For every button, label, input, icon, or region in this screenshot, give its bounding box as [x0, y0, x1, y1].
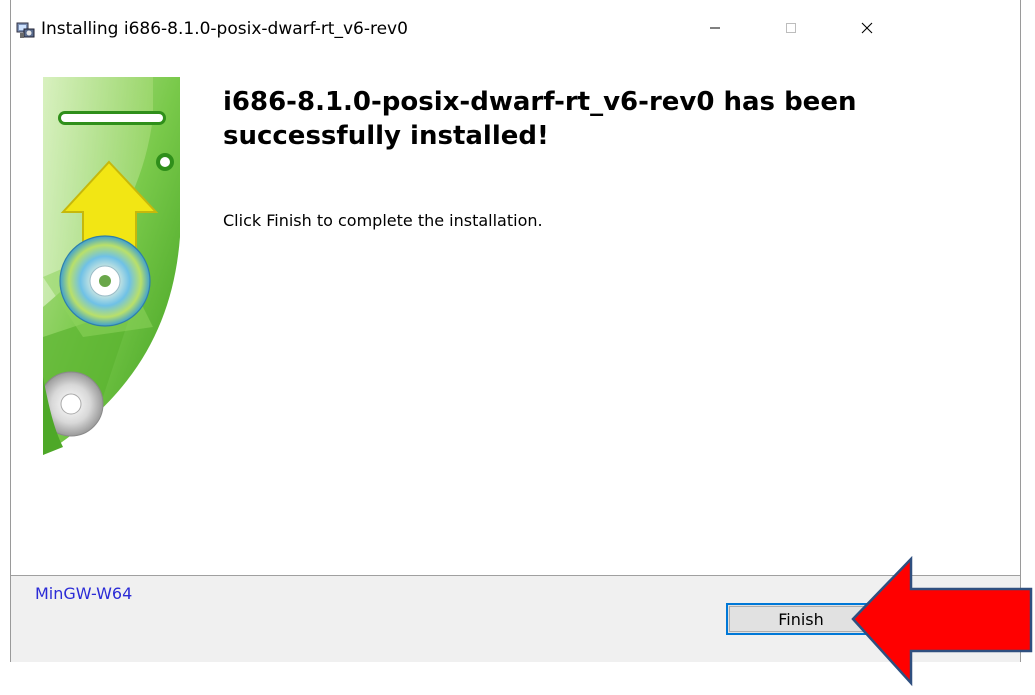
maximize-icon — [786, 23, 796, 33]
maximize-button[interactable] — [763, 10, 819, 46]
red-arrow-icon — [851, 555, 1033, 687]
minimize-icon — [710, 27, 720, 29]
close-button[interactable] — [839, 10, 895, 46]
screenshot-page: Installing i686-8.1.0-posix-dwarf-rt_v6-… — [0, 0, 1035, 695]
installer-icon — [16, 20, 36, 40]
install-complete-heading: i686-8.1.0-posix-dwarf-rt_v6-rev0 has be… — [223, 87, 857, 151]
close-icon — [861, 22, 873, 34]
window-title: Installing i686-8.1.0-posix-dwarf-rt_v6-… — [41, 19, 408, 39]
instruction-text: Click Finish to complete the installatio… — [223, 211, 543, 230]
minimize-button[interactable] — [687, 10, 743, 46]
wizard-banner-image — [43, 77, 180, 495]
title-bar[interactable]: Installing i686-8.1.0-posix-dwarf-rt_v6-… — [11, 0, 1020, 55]
brand-label: MinGW-W64 — [35, 584, 133, 603]
